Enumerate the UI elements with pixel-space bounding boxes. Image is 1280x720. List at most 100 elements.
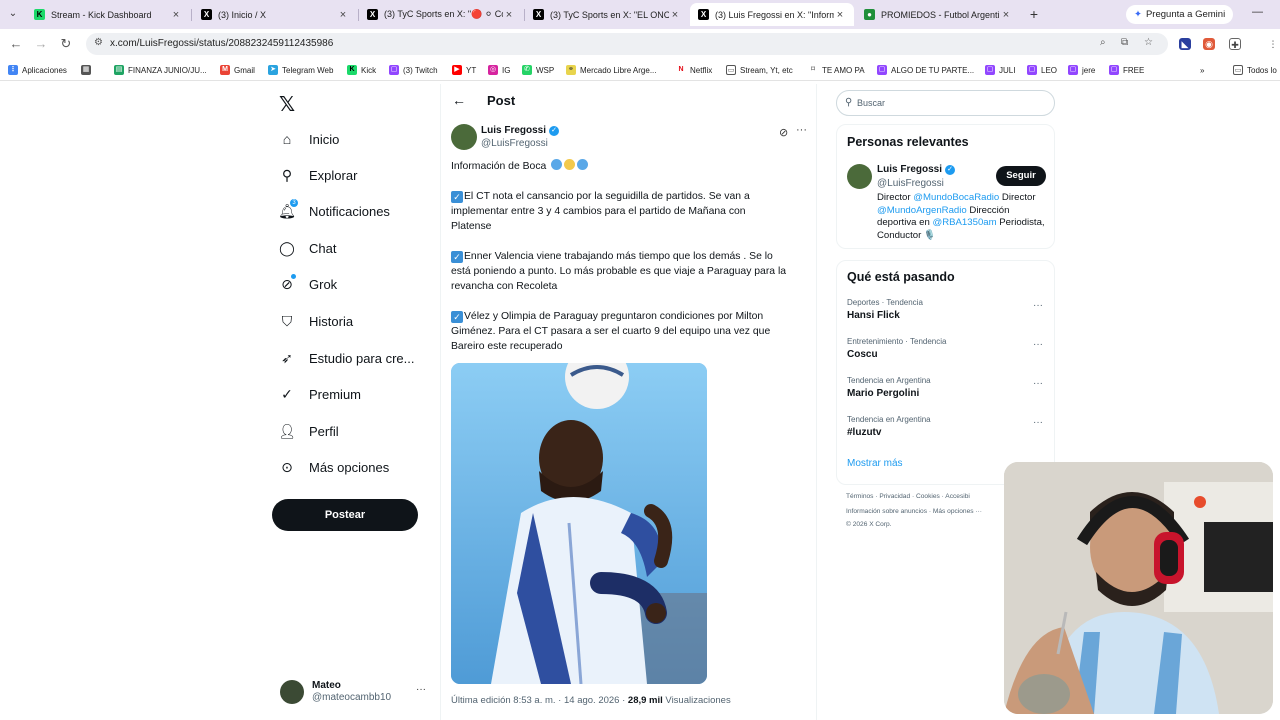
more-icon[interactable]: ··· (1033, 417, 1043, 428)
author-avatar[interactable] (451, 124, 477, 150)
tab-inicio-x[interactable]: X (3) Inicio / X × (193, 3, 357, 26)
nav-explorar[interactable]: ⚲ Explorar (278, 161, 358, 189)
tab-luis-fregossi[interactable]: X (3) Luis Fregossi en X: "Informac × (690, 3, 854, 26)
more-icon[interactable]: ··· (1033, 378, 1043, 389)
trend-item[interactable]: Tendencia en Argentina #luzutv ··· (847, 415, 1047, 445)
close-tab-icon[interactable]: × (669, 9, 681, 21)
menu-icon[interactable]: ⋮ (1267, 38, 1279, 50)
nav-grok[interactable]: ⊘ Grok (278, 270, 337, 298)
tab-promiedos[interactable]: ● PROMIEDOS - Futbol Argentino × (856, 3, 1020, 26)
bookmark-star-icon[interactable]: ☆ (1144, 37, 1153, 48)
nav-chat[interactable]: ◯ Chat (278, 234, 336, 262)
nav-label: Explorar (309, 167, 358, 183)
more-icon[interactable]: ··· (416, 684, 426, 695)
site-info-icon[interactable]: ⚙ (94, 37, 103, 48)
bookmark-wsp[interactable]: ✆ WSP (522, 63, 554, 77)
tab-title: PROMIEDOS - Futbol Argentino (881, 9, 1000, 20)
bookmark-apps[interactable]: ⋮ Aplicaciones (8, 63, 67, 77)
bookmark-juli[interactable]: ▢ JULI (985, 63, 1015, 77)
address-bar[interactable]: ⚙ x.com/LuisFregossi/status/208823245911… (86, 33, 1168, 55)
nav-inicio[interactable]: ⌂ Inicio (278, 125, 340, 153)
extensions-puzzle-icon[interactable]: ✚ (1229, 38, 1241, 50)
bookmark-leo[interactable]: ▢ LEO (1027, 63, 1057, 77)
trend-name: Mario Pergolini (847, 388, 920, 399)
trend-item[interactable]: Deportes · Tendencia Hansi Flick ··· (847, 298, 1047, 328)
bookmark-algo-de-tu-parte[interactable]: ▢ ALGO DE TU PARTE... (877, 63, 974, 77)
bookmarks-overflow-icon[interactable]: » (1200, 63, 1204, 77)
grok-explain-icon[interactable]: ⊘ (779, 126, 788, 139)
nav-estudio[interactable]: ➶ Estudio para cre... (278, 344, 414, 372)
trend-name: Coscu (847, 349, 878, 360)
nav-label: Más opciones (309, 459, 390, 475)
check-box-emoji: ✓ (451, 311, 463, 323)
nav-premium[interactable]: ✓ Premium (278, 380, 361, 408)
bookmark-folder-stream[interactable]: ▭ Stream, Yt, etc (726, 63, 793, 77)
nav-notificaciones[interactable]: 🔔︎ 3 Notificaciones (278, 197, 390, 225)
relevant-user-name[interactable]: Luis Fregossi ✓ (877, 164, 956, 175)
bookmark-gmail[interactable]: M Gmail (220, 63, 255, 77)
tab-kick-dashboard[interactable]: K Stream - Kick Dashboard × (26, 3, 190, 26)
close-tab-icon[interactable]: × (170, 9, 182, 21)
more-icon[interactable]: ··· (1033, 339, 1043, 350)
install-app-icon[interactable]: ⧉ (1121, 37, 1128, 48)
relevant-user-handle[interactable]: @LuisFregossi (877, 178, 944, 189)
post-photo[interactable] (451, 363, 707, 684)
close-tab-icon[interactable]: × (1000, 9, 1012, 21)
post-timestamp[interactable]: Última edición 8:53 a. m. · 14 ago. 2026… (451, 695, 628, 706)
bookmark-jere[interactable]: ▢ jere (1068, 63, 1095, 77)
tab-search-icon[interactable]: ⌄ (6, 7, 20, 21)
author-name[interactable]: Luis Fregossi ✓ (481, 125, 560, 136)
avatar[interactable] (847, 164, 872, 189)
new-tab-button[interactable]: + (1026, 6, 1042, 22)
more-icon[interactable]: ··· (796, 124, 807, 136)
forward-button[interactable]: → (33, 36, 49, 52)
back-button[interactable]: ← (8, 36, 24, 52)
mention-link[interactable]: @MundoArgenRadio (877, 205, 967, 216)
tab-tyc-sports-2[interactable]: X (3) TyC Sports en X: "EL ONCE C × (525, 3, 689, 26)
close-tab-icon[interactable]: × (337, 9, 349, 21)
show-more-link[interactable]: Mostrar más (847, 458, 903, 469)
trend-context: Deportes · Tendencia (847, 298, 923, 307)
mention-link[interactable]: @MundoBocaRadio (913, 192, 999, 203)
post-button[interactable]: Postear (272, 499, 418, 531)
extension-icon[interactable]: ◉ (1203, 38, 1215, 50)
trend-item[interactable]: Entretenimiento · Tendencia Coscu ··· (847, 337, 1047, 367)
minimize-window-button[interactable]: — (1252, 6, 1263, 18)
tab-tyc-sports-1[interactable]: X (3) TyC Sports en X: "🔴 ⚪ Cor × (359, 3, 523, 26)
x-logo-icon[interactable]: 𝕏 (279, 92, 295, 117)
bookmark-netflix[interactable]: N Netflix (676, 63, 712, 77)
bookmark-grid-icon[interactable]: ▦ (81, 63, 95, 77)
follow-button[interactable]: Seguir (996, 166, 1046, 186)
bookmark-twitch[interactable]: ▢ (3) Twitch (389, 63, 438, 77)
trend-context: Entretenimiento · Tendencia (847, 337, 947, 346)
author-handle[interactable]: @LuisFregossi (481, 138, 548, 149)
search-input[interactable] (857, 96, 1047, 110)
trend-item[interactable]: Tendencia en Argentina Mario Pergolini ·… (847, 376, 1047, 406)
bookmark-free[interactable]: ▢ FREE (1109, 63, 1144, 77)
more-icon[interactable]: ··· (1033, 300, 1043, 311)
gemini-button[interactable]: ✦ Pregunta a Gemini (1126, 5, 1234, 24)
bookmark-kick[interactable]: K Kick (347, 63, 376, 77)
bookmark-ig[interactable]: ◎ IG (488, 63, 510, 77)
footer-links[interactable]: Información sobre anuncios · Más opcione… (846, 508, 982, 515)
search-box[interactable]: ⚲ (836, 90, 1055, 116)
mention-link[interactable]: @RBA1350am (932, 217, 996, 228)
nav-historia[interactable]: ⛉ Historia (278, 307, 353, 335)
bookmark-yt[interactable]: ▶ YT (452, 63, 476, 77)
close-tab-icon[interactable]: × (834, 9, 846, 21)
url-text[interactable]: x.com/LuisFregossi/status/20882324591124… (110, 38, 333, 49)
footer-links[interactable]: Términos · Privacidad · Cookies · Accesi… (846, 493, 970, 500)
bookmark-all-folder[interactable]: ▭ Todos lo (1233, 63, 1277, 77)
nav-mas-opciones[interactable]: ⊙ Más opciones (278, 453, 389, 481)
extension-icon[interactable]: ◣ (1179, 38, 1191, 50)
zoom-icon[interactable]: ⌕ (1100, 37, 1106, 48)
bookmark-telegram[interactable]: ➤ Telegram Web (268, 63, 333, 77)
nav-perfil[interactable]: 👤︎ Perfil (278, 417, 339, 445)
bookmark-finanza[interactable]: ▤ FINANZA JUNIO/JU... (114, 63, 207, 77)
back-arrow-icon[interactable]: ← (452, 92, 466, 108)
reload-button[interactable]: ↻ (58, 36, 74, 52)
bookmark-te-amo-pa[interactable]: ⌑ TE AMO PA (808, 63, 865, 77)
close-tab-icon[interactable]: × (503, 9, 515, 21)
account-switcher[interactable]: Mateo @mateocambb10 ··· (280, 678, 430, 706)
bookmark-mercado-libre[interactable]: ⚭ Mercado Libre Arge... (566, 63, 656, 77)
